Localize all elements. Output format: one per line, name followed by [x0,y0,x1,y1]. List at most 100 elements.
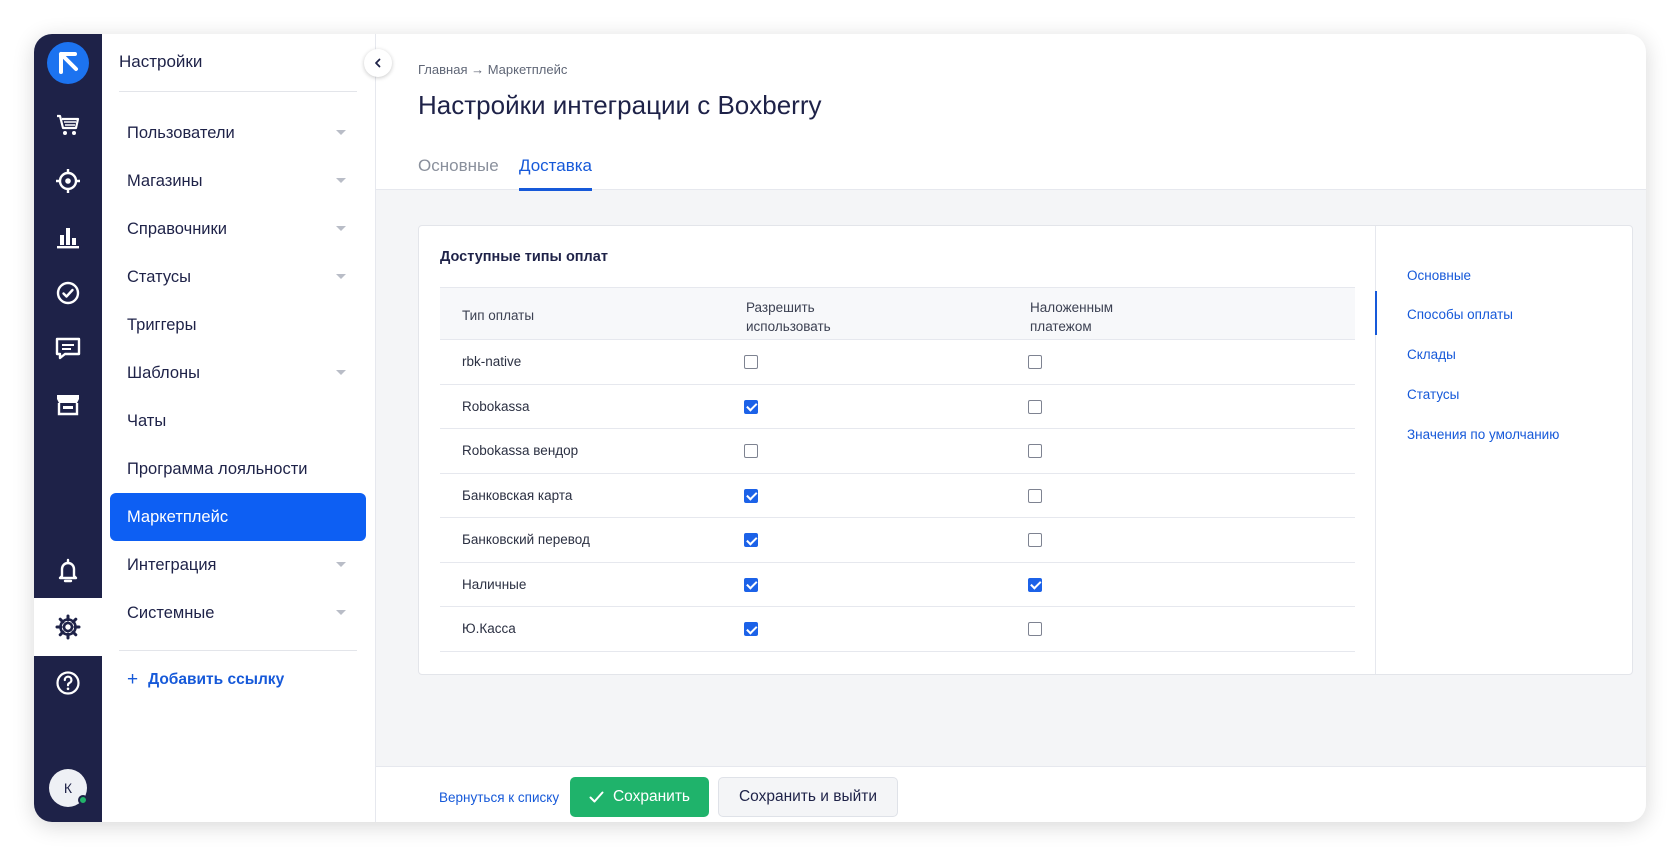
target-icon[interactable] [34,152,102,210]
cash-on-delivery-checkbox[interactable] [1028,622,1042,636]
save-button-label: Сохранить [612,788,691,805]
anchor-link-payment-methods[interactable]: Способы оплаты [1407,307,1513,322]
back-to-list-link[interactable]: Вернуться к списку [439,790,559,805]
add-link-label: Добавить ссылку [148,670,285,688]
chat-icon[interactable] [34,320,102,378]
active-anchor-marker [1375,291,1377,335]
column-header-payment-type: Тип оплаты [462,308,535,323]
allow-checkbox[interactable] [744,533,758,547]
cash-on-delivery-checkbox[interactable] [1028,355,1042,369]
save-and-exit-button[interactable]: Сохранить и выйти [718,777,898,817]
table-row: rbk-native [440,340,1355,385]
icon-rail: К [34,34,102,822]
section-title: Доступные типы оплат [440,249,608,265]
app-window: К Настройки Пользователи Магазины Справо… [34,34,1646,822]
allow-checkbox[interactable] [744,355,758,369]
sidebar-item-templates[interactable]: Шаблоны [110,349,366,397]
sidebar-item-triggers[interactable]: Триггеры [110,301,366,349]
main-content: Главная → Маркетплейс Настройки интеграц… [376,34,1646,822]
cash-on-delivery-checkbox[interactable] [1028,488,1042,503]
save-button[interactable]: Сохранить [570,777,709,817]
page-title: Настройки интеграции с Boxberry [418,90,822,120]
online-status-dot [78,795,88,805]
help-icon[interactable] [34,654,102,712]
sidebar-item-label: Маркетплейс [127,507,229,526]
tab-main[interactable]: Основные [418,156,499,188]
allow-checkbox[interactable] [744,444,758,458]
allow-checkbox[interactable] [744,488,758,503]
anchor-link-main[interactable]: Основные [1407,268,1471,283]
caret-down-icon [336,370,346,375]
anchor-link-defaults[interactable]: Значения по умолчанию [1407,427,1559,442]
anchor-navigation: Основные Способы оплаты Склады Статусы З… [1375,226,1633,674]
sidebar-item-label: Чаты [127,411,167,430]
breadcrumb[interactable]: Главная → Маркетплейс [418,62,567,77]
sidebar-item-label: Магазины [127,171,203,190]
anchor-link-warehouses[interactable]: Склады [1407,347,1456,362]
payment-types-card: Доступные типы оплат Тип оплаты Разрешит… [418,225,1633,675]
caret-down-icon [336,178,346,183]
allow-checkbox[interactable] [744,622,758,636]
avatar-initial: К [63,780,73,796]
table-row: Банковский перевод [440,518,1355,563]
store-icon[interactable] [34,376,102,434]
payment-type-name: Наличные [462,576,527,592]
sidebar-item-chats[interactable]: Чаты [110,397,366,445]
payment-type-name: rbk-native [462,354,522,369]
settings-sidebar: Настройки Пользователи Магазины Справочн… [102,34,376,822]
anchor-link-statuses[interactable]: Статусы [1407,387,1459,402]
divider [119,650,357,651]
table-header: Тип оплаты Разрешить использовать Наложе… [440,287,1355,340]
tab-delivery[interactable]: Доставка [519,156,593,191]
allow-checkbox[interactable] [744,399,758,414]
logo-icon[interactable] [47,42,89,84]
sidebar-item-references[interactable]: Справочники [110,205,366,253]
sidebar-item-stores[interactable]: Магазины [110,157,366,205]
payment-type-name: Robokassa вендор [462,443,579,458]
column-header-allow: Разрешить использовать [746,300,831,334]
sidebar-item-integration[interactable]: Интеграция [110,541,366,589]
collapse-sidebar-button[interactable] [364,49,392,77]
sidebar-item-statuses[interactable]: Статусы [110,253,366,301]
sidebar-item-loyalty[interactable]: Программа лояльности [110,445,366,493]
divider [119,91,357,92]
sidebar-item-label: Программа лояльности [127,459,308,478]
table-body: rbk-native Robokassa Robokassa вендор Банко… [440,340,1355,652]
caret-down-icon [336,610,346,615]
payment-type-name: Банковский перевод [462,532,590,547]
chevron-left-icon [375,58,381,68]
caret-down-icon [336,274,346,279]
sidebar-item-label: Пользователи [127,123,235,142]
check-icon [589,791,604,803]
table-row: Ю.Касса [440,607,1355,652]
check-circle-icon[interactable] [34,264,102,322]
avatar[interactable]: К [49,769,88,807]
table-row: Наличные [440,563,1355,607]
allow-checkbox[interactable] [744,577,758,592]
plus-icon: + [127,669,139,690]
table-row: Банковская карта [440,474,1355,518]
sidebar-item-users[interactable]: Пользователи [110,109,366,157]
payment-types-table: Тип оплаты Разрешить использовать Наложе… [440,287,1355,652]
gear-icon[interactable] [34,598,102,656]
sidebar-title: Настройки [119,52,203,71]
sidebar-item-marketplace[interactable]: Маркетплейс [110,493,366,541]
cash-on-delivery-checkbox[interactable] [1028,577,1042,592]
table-row: Robokassa [440,385,1355,429]
sidebar-item-system[interactable]: Системные [110,589,366,637]
cart-icon[interactable] [34,96,102,154]
cash-on-delivery-checkbox[interactable] [1028,533,1042,547]
cash-on-delivery-checkbox[interactable] [1028,444,1042,458]
cash-on-delivery-checkbox[interactable] [1028,399,1042,414]
table-row: Robokassa вендор [440,429,1355,474]
chart-icon[interactable] [34,208,102,266]
sidebar-item-label: Статусы [127,267,192,286]
sidebar-item-label: Триггеры [127,315,197,334]
sidebar-item-label: Интеграция [127,555,217,574]
add-link-button[interactable]: + Добавить ссылку [127,670,284,689]
page-header: Главная → Маркетплейс Настройки интеграц… [376,34,1646,191]
bell-icon[interactable] [34,542,102,600]
column-header-cod: Наложенным платежом [1030,300,1114,334]
sidebar-item-label: Справочники [127,219,227,238]
sidebar-item-label: Шаблоны [127,363,200,382]
